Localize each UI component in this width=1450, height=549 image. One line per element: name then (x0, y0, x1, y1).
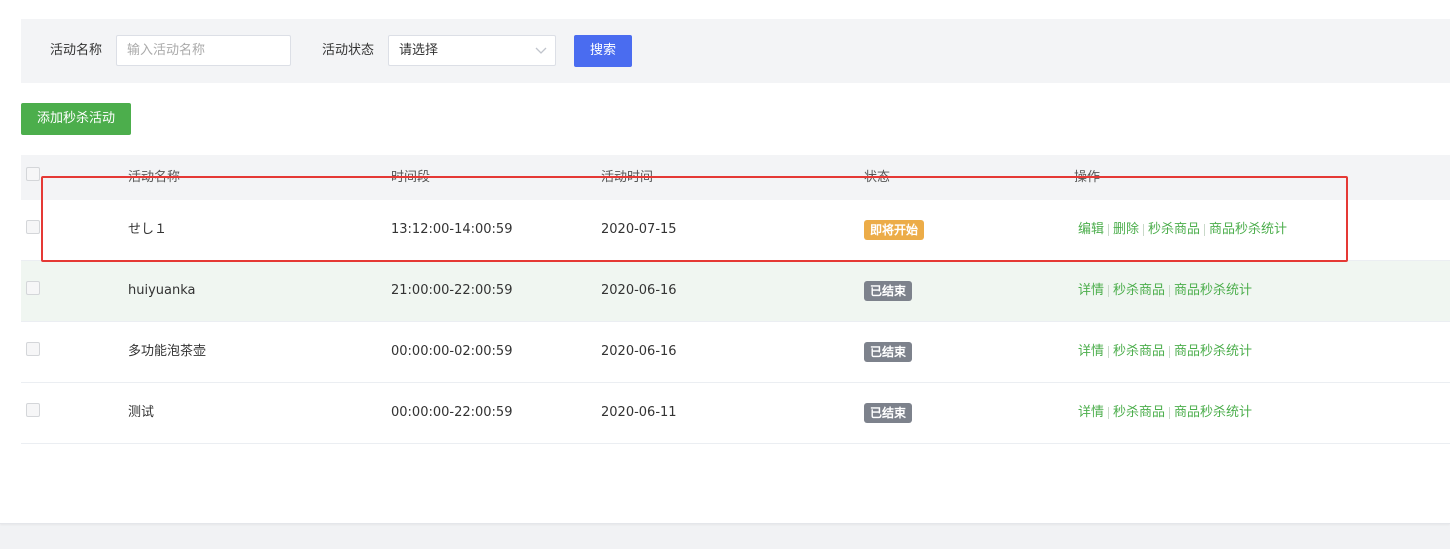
time-range-cell: 21:00:00-22:00:59 (391, 283, 513, 298)
row-checkbox[interactable] (26, 342, 40, 356)
status-cell: 即将开始 (864, 200, 925, 260)
activity-name-cell: せし１ (128, 222, 168, 237)
activity-table: 活动名称 时间段 活动时间 状态 操作 せし１ 13:12:00-14:00:59… (21, 155, 1450, 444)
time-range-cell: 00:00:00-22:00:59 (391, 405, 513, 420)
activity-name-input[interactable] (116, 35, 291, 66)
action-link[interactable]: 商品秒杀统计 (1170, 405, 1256, 420)
row-checkbox[interactable] (26, 220, 40, 234)
action-link[interactable]: 商品秒杀统计 (1205, 222, 1291, 237)
header-name: 活动名称 (128, 170, 181, 185)
time-range-cell: 00:00:00-02:00:59 (391, 344, 513, 359)
activity-name-cell: huiyuanka (128, 283, 196, 298)
activity-date-cell: 2020-06-16 (601, 283, 677, 298)
activity-name-label: 活动名称 (50, 43, 103, 58)
action-link[interactable]: 秒杀商品 (1144, 222, 1204, 237)
action-link[interactable]: 详情 (1074, 344, 1108, 359)
action-link[interactable]: 编辑 (1074, 222, 1108, 237)
status-cell: 已结束 (864, 322, 913, 382)
action-link[interactable]: 商品秒杀统计 (1170, 344, 1256, 359)
search-panel: 活动名称 活动状态 请选择 搜索 (21, 19, 1450, 83)
activity-status-select[interactable]: 请选择 (388, 35, 556, 66)
select-all-checkbox[interactable] (26, 167, 40, 181)
header-date: 活动时间 (601, 170, 654, 185)
header-ops: 操作 (1074, 170, 1101, 185)
add-flash-sale-button[interactable]: 添加秒杀活动 (21, 103, 131, 135)
header-status: 状态 (864, 170, 891, 185)
status-badge: 即将开始 (864, 219, 925, 240)
activity-status-label: 活动状态 (322, 43, 375, 58)
action-link[interactable]: 商品秒杀统计 (1170, 283, 1256, 298)
row-checkbox[interactable] (26, 403, 40, 417)
action-link[interactable]: 删除 (1109, 222, 1143, 237)
header-time: 时间段 (391, 170, 431, 185)
time-range-cell: 13:12:00-14:00:59 (391, 222, 513, 237)
table-header: 活动名称 时间段 活动时间 状态 操作 (21, 155, 1450, 200)
status-cell: 已结束 (864, 383, 913, 443)
actions-cell: 详情 秒杀商品 商品秒杀统计 (1074, 322, 1256, 382)
activity-name-cell: 多功能泡茶壶 (128, 344, 207, 359)
action-link[interactable]: 详情 (1074, 283, 1108, 298)
activity-name-cell: 测试 (128, 405, 155, 420)
actions-cell: 详情 秒杀商品 商品秒杀统计 (1074, 261, 1256, 321)
status-badge: 已结束 (864, 402, 913, 423)
row-checkbox[interactable] (26, 281, 40, 295)
activity-date-cell: 2020-06-16 (601, 344, 677, 359)
table-row: huiyuanka 21:00:00-22:00:59 2020-06-16 已结束 详… (21, 261, 1450, 322)
chevron-down-icon (535, 47, 547, 54)
search-button[interactable]: 搜索 (574, 35, 632, 67)
action-link[interactable]: 详情 (1074, 405, 1108, 420)
actions-cell: 编辑 删除 秒杀商品 商品秒杀统计 (1074, 200, 1291, 260)
action-link[interactable]: 秒杀商品 (1109, 344, 1169, 359)
action-link[interactable]: 秒杀商品 (1109, 283, 1169, 298)
activity-date-cell: 2020-06-11 (601, 405, 677, 420)
table-row: 多功能泡茶壶 00:00:00-02:00:59 2020-06-16 已结束 详情 秒杀… (21, 322, 1450, 383)
table-body: せし１ 13:12:00-14:00:59 2020-07-15 即将开始 编辑 删除 秒杀… (21, 200, 1450, 444)
status-badge: 已结束 (864, 341, 913, 362)
status-cell: 已结束 (864, 261, 913, 321)
table-row: せし１ 13:12:00-14:00:59 2020-07-15 即将开始 编辑 删除 秒杀… (21, 200, 1450, 261)
content-card: 活动名称 活动状态 请选择 搜索 添加秒杀活动 活动名称 时间段 活动时间 状态… (0, 0, 1450, 524)
actions-cell: 详情 秒杀商品 商品秒杀统计 (1074, 383, 1256, 443)
action-link[interactable]: 秒杀商品 (1109, 405, 1169, 420)
status-badge: 已结束 (864, 280, 913, 301)
table-row: 测试 00:00:00-22:00:59 2020-06-11 已结束 详情 秒杀商品 商品… (21, 383, 1450, 444)
activity-date-cell: 2020-07-15 (601, 222, 677, 237)
activity-status-value: 请选择 (399, 43, 439, 58)
